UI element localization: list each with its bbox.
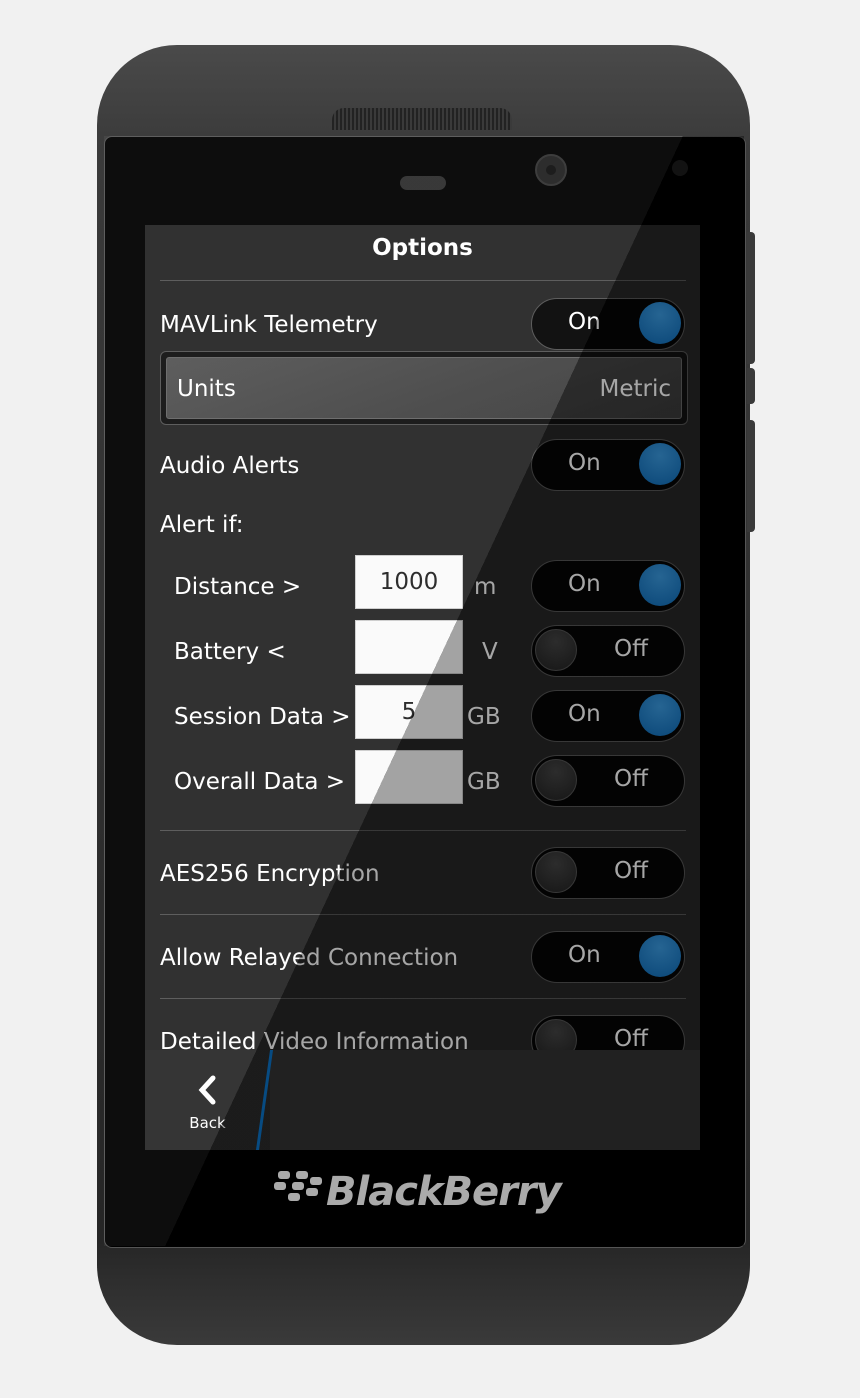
relay-label: Allow Relayed Connection <box>160 945 459 971</box>
relay-toggle[interactable]: On <box>531 931 685 983</box>
session-data-toggle[interactable]: On <box>531 690 685 742</box>
unit-label: GB <box>467 704 501 730</box>
blackberry-logo: BlackBerry <box>270 1165 570 1225</box>
toggle-knob <box>639 302 681 344</box>
distance-toggle[interactable]: On <box>531 560 685 612</box>
mavlink-toggle[interactable]: On <box>531 298 685 350</box>
earpiece <box>400 176 446 190</box>
chevron-left-icon <box>198 1075 215 1105</box>
sensor <box>672 160 688 176</box>
toggle-state: On <box>568 942 601 968</box>
unit-label: m <box>474 574 497 600</box>
toggle-state: On <box>568 571 601 597</box>
options-screen: Options MAVLink Telemetry On Units Metri… <box>145 225 700 1150</box>
camera-icon <box>535 154 567 186</box>
units-dropdown[interactable]: Units Metric <box>160 351 688 425</box>
toggle-state: Off <box>614 858 648 884</box>
audio-alerts-toggle[interactable]: On <box>531 439 685 491</box>
overall-data-toggle[interactable]: Off <box>531 755 685 807</box>
toggle-knob <box>639 564 681 606</box>
overall-data-input[interactable] <box>355 750 463 804</box>
action-bar: Back <box>145 1050 700 1150</box>
alert-label: Battery < <box>174 639 286 665</box>
back-button[interactable]: Back <box>145 1050 270 1150</box>
toggle-knob <box>535 629 577 671</box>
audio-alerts-label: Audio Alerts <box>160 453 300 479</box>
volume-button <box>747 232 755 364</box>
speaker-grille <box>332 108 512 130</box>
mute-button <box>747 368 755 404</box>
divider <box>160 280 686 281</box>
alert-label: Overall Data > <box>174 769 346 795</box>
divider <box>160 998 686 999</box>
divider <box>160 914 686 915</box>
toggle-knob <box>535 759 577 801</box>
toggle-state: Off <box>614 1026 648 1052</box>
toggle-state: On <box>568 309 601 335</box>
unit-label: V <box>482 639 498 665</box>
toggle-state: On <box>568 701 601 727</box>
toggle-knob <box>639 694 681 736</box>
toggle-knob <box>639 443 681 485</box>
page-title: Options <box>372 235 473 261</box>
alert-label: Distance > <box>174 574 302 600</box>
logo-text: BlackBerry <box>326 1169 562 1215</box>
mavlink-label: MAVLink Telemetry <box>160 312 378 338</box>
distance-input[interactable]: 1000 <box>355 555 463 609</box>
alert-label: Session Data > <box>174 704 351 730</box>
unit-label: GB <box>467 769 501 795</box>
toggle-state: Off <box>614 636 648 662</box>
blackberry-logo-icon <box>274 1171 322 1201</box>
units-value: Metric <box>599 376 671 402</box>
battery-toggle[interactable]: Off <box>531 625 685 677</box>
divider <box>160 830 686 831</box>
battery-input[interactable] <box>355 620 463 674</box>
toggle-state: On <box>568 450 601 476</box>
back-label: Back <box>189 1114 226 1132</box>
units-label: Units <box>177 376 236 402</box>
side-button <box>747 420 755 532</box>
toggle-knob <box>639 935 681 977</box>
alert-if-label: Alert if: <box>160 512 244 538</box>
aes-toggle[interactable]: Off <box>531 847 685 899</box>
aes-label: AES256 Encryption <box>160 861 380 887</box>
toggle-state: Off <box>614 766 648 792</box>
session-data-input[interactable]: 5 <box>355 685 463 739</box>
toggle-knob <box>535 851 577 893</box>
